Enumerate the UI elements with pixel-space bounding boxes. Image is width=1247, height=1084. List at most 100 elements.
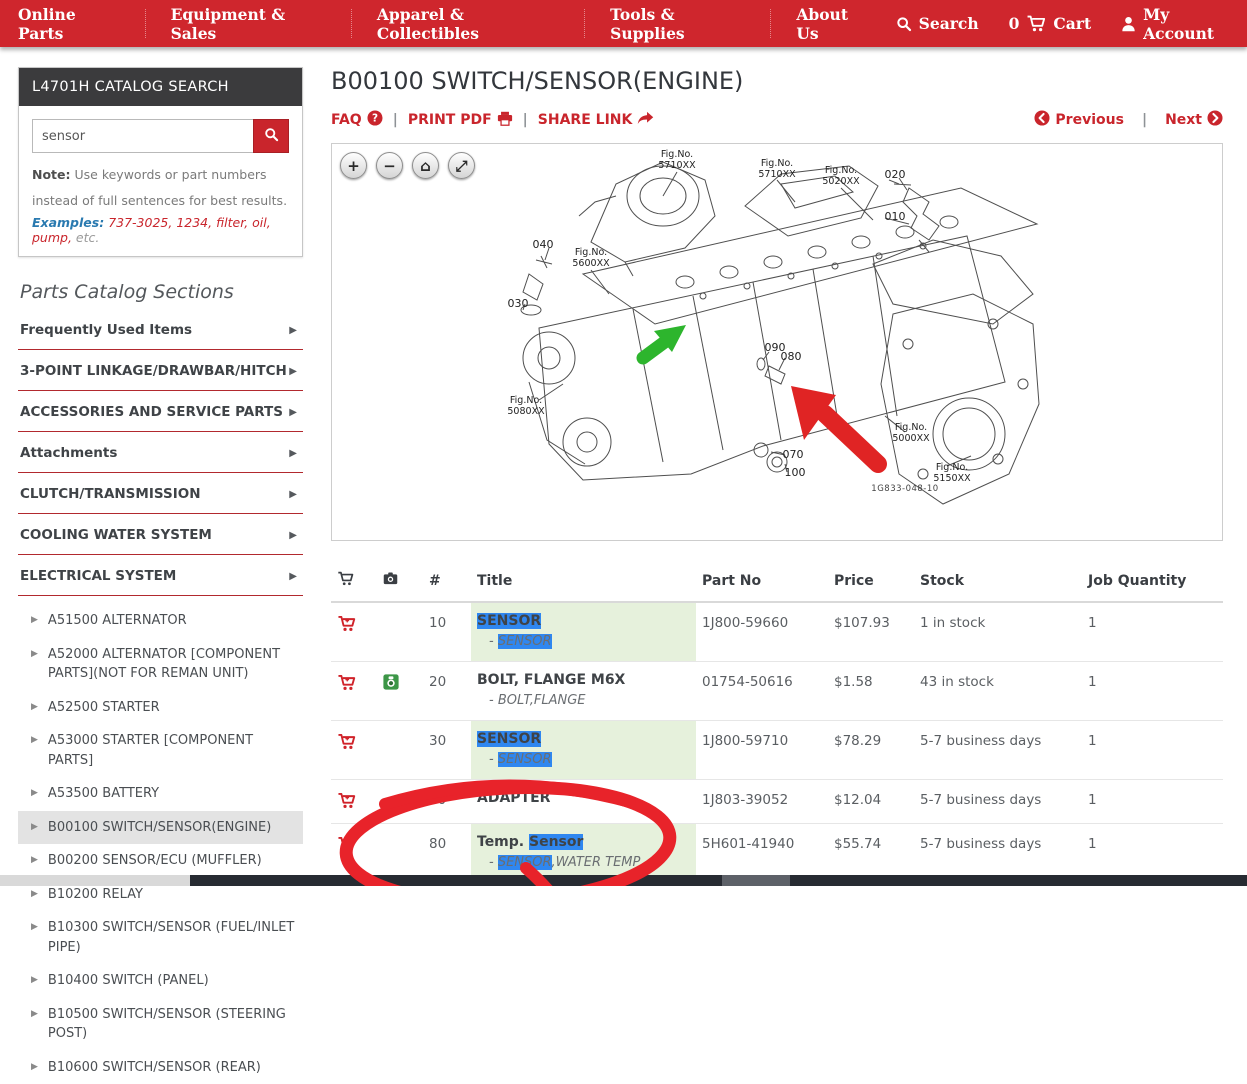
nav-item[interactable]: Online Parts	[18, 9, 145, 37]
sidebar-subsection[interactable]: ▶ B10600 SWITCH/SENSOR (REAR)	[18, 1051, 303, 1084]
sidebar-section-label: ELECTRICAL SYSTEM	[20, 568, 176, 584]
svg-text:?: ?	[372, 113, 378, 125]
row-stock: 5-7 business days	[914, 824, 1082, 883]
part-ref-label: 080	[781, 350, 802, 363]
nav-item[interactable]: About Us	[770, 9, 895, 37]
sections-list: Frequently Used Items ▶ 3-POINT LINKAGE/…	[18, 309, 303, 596]
figure-number-label: Fig.No.5710XX	[758, 158, 796, 180]
row-title[interactable]: SENSOR - SENSOR	[471, 721, 696, 780]
triangle-bullet-icon: ▶	[31, 645, 38, 684]
diagram-home-button[interactable]: ⌂	[412, 152, 439, 179]
triangle-bullet-icon: ▶	[31, 851, 38, 871]
chevron-right-icon: ▶	[289, 571, 297, 582]
nav-item[interactable]: Apparel & Collectibles	[351, 9, 584, 37]
print-pdf-link[interactable]: PRINT PDF	[408, 111, 513, 130]
sidebar-section[interactable]: ACCESSORIES AND SERVICE PARTS ▶	[18, 391, 303, 432]
part-ref-label: 040	[533, 238, 554, 251]
row-part-no: 5H601-41940	[696, 824, 828, 883]
sidebar-section-label: ACCESSORIES AND SERVICE PARTS	[20, 404, 283, 420]
sidebar-section[interactable]: Frequently Used Items ▶	[18, 309, 303, 350]
part-ref-label: 100	[785, 466, 806, 479]
sidebar-subsection[interactable]: ▶ A53000 STARTER [COMPONENT PARTS]	[18, 724, 303, 777]
sidebar-subsection-label: B10600 SWITCH/SENSOR (REAR)	[48, 1058, 261, 1078]
row-ref: 80	[423, 824, 471, 883]
nav-search[interactable]: Search	[896, 14, 979, 33]
pager: Previous | Next	[1034, 110, 1223, 130]
previous-link[interactable]: Previous	[1034, 110, 1124, 130]
sidebar-section[interactable]: Attachments ▶	[18, 432, 303, 473]
sidebar-section-label: Frequently Used Items	[20, 322, 192, 338]
sidebar-subsection[interactable]: ▶ A52500 STARTER	[18, 691, 303, 725]
part-ref-label: 070	[783, 448, 804, 461]
sidebar: L4701H CATALOG SEARCH Note: Use keywords…	[18, 67, 303, 1084]
diagram-zoom-in-button[interactable]: +	[340, 152, 367, 179]
share-link[interactable]: SHARE LINK	[538, 111, 655, 129]
sidebar-subsection[interactable]: ▶ A52000 ALTERNATOR [COMPONENT PARTS](NO…	[18, 638, 303, 691]
next-label: Next	[1165, 112, 1202, 128]
nav-cart[interactable]: 0 Cart	[1009, 14, 1092, 33]
part-ref-label: 020	[885, 168, 906, 181]
triangle-bullet-icon: ▶	[31, 698, 38, 718]
sidebar-subsection-label: A53500 BATTERY	[48, 784, 159, 804]
nav-items: Online PartsEquipment & SalesApparel & C…	[18, 0, 896, 47]
diagram-zoom-out-button[interactable]: −	[376, 152, 403, 179]
faq-link[interactable]: FAQ ?	[331, 110, 383, 130]
nav-account[interactable]: My Account	[1121, 5, 1229, 43]
sidebar-subsection-label: B10500 SWITCH/SENSOR (STEERING POST)	[48, 1005, 297, 1044]
add-to-cart-button[interactable]	[337, 792, 356, 813]
row-part-no: 01754-50616	[696, 662, 828, 721]
header-job-quantity: Job Quantity	[1082, 563, 1223, 602]
row-stock: 43 in stock	[914, 662, 1082, 721]
catalog-search-input[interactable]	[32, 119, 253, 153]
chevron-right-icon: ▶	[289, 489, 297, 500]
row-stock: 5-7 business days	[914, 780, 1082, 824]
row-ref: 20	[423, 662, 471, 721]
arrow-right-circle-icon	[1207, 110, 1223, 130]
nav-item[interactable]: Tools & Supplies	[584, 9, 770, 37]
sidebar-section[interactable]: ELECTRICAL SYSTEM ▶	[18, 555, 303, 596]
header-stock: Stock	[914, 563, 1082, 602]
add-to-cart-button[interactable]	[337, 674, 356, 695]
triangle-bullet-icon: ▶	[31, 918, 38, 957]
part-photo-icon[interactable]	[383, 674, 399, 694]
sidebar-subsection[interactable]: ▶ A53500 BATTERY	[18, 777, 303, 811]
row-title[interactable]: SENSOR - SENSOR	[471, 602, 696, 662]
sidebar-section[interactable]: CLUTCH/TRANSMISSION ▶	[18, 473, 303, 514]
row-title[interactable]: ADAPTER	[471, 780, 696, 824]
search-note: Note: Use keywords or part numbers inste…	[32, 162, 289, 213]
chevron-right-icon: ▶	[289, 407, 297, 418]
catalog-search-title: L4701H CATALOG SEARCH	[19, 68, 302, 106]
sidebar-subsection[interactable]: ▶ B10300 SWITCH/SENSOR (FUEL/INLET PIPE)	[18, 911, 303, 964]
row-title[interactable]: Temp. Sensor - SENSOR,WATER TEMP	[471, 824, 696, 883]
header-ref: #	[423, 563, 471, 602]
sidebar-subsection[interactable]: ▶ B00100 SWITCH/SENSOR(ENGINE)	[18, 811, 303, 845]
part-ref-label: 010	[885, 210, 906, 223]
diagram-fullscreen-button[interactable]: ⤢	[448, 152, 475, 179]
sidebar-subsection[interactable]: ▶ B00200 SENSOR/ECU (MUFFLER)	[18, 844, 303, 878]
parts-table: # Title Part No Price Stock Job Quantity…	[331, 563, 1223, 883]
sidebar-subsection-label: A52000 ALTERNATOR [COMPONENT PARTS](NOT …	[48, 645, 297, 684]
add-to-cart-button[interactable]	[337, 733, 356, 754]
sidebar-subsection[interactable]: ▶ A51500 ALTERNATOR	[18, 604, 303, 638]
add-to-cart-button[interactable]	[337, 615, 356, 636]
sidebar-section[interactable]: 3-POINT LINKAGE/DRAWBAR/HITCH ▶	[18, 350, 303, 391]
sidebar-section[interactable]: COOLING WATER SYSTEM ▶	[18, 514, 303, 555]
row-price: $55.74	[828, 824, 914, 883]
sidebar-subsection[interactable]: ▶ B10400 SWITCH (PANEL)	[18, 964, 303, 998]
table-row: 10 SENSOR - SENSOR 1J800-59660 $107.93 1…	[331, 602, 1223, 662]
nav-item[interactable]: Equipment & Sales	[145, 9, 351, 37]
camera-column-icon	[383, 573, 398, 589]
catalog-search-button[interactable]	[253, 119, 289, 153]
page-title: B00100 SWITCH/SENSOR(ENGINE)	[331, 67, 1223, 95]
row-title[interactable]: BOLT, FLANGE M6X - BOLT,FLANGE	[471, 662, 696, 721]
triangle-bullet-icon: ▶	[31, 611, 38, 631]
subsections-list: ▶ A51500 ALTERNATOR ▶ A52000 ALTERNATOR …	[18, 596, 303, 1084]
add-to-cart-button[interactable]	[337, 836, 356, 857]
sidebar-subsection[interactable]: ▶ B10500 SWITCH/SENSOR (STEERING POST)	[18, 998, 303, 1051]
chevron-right-icon: ▶	[289, 530, 297, 541]
top-nav: Online PartsEquipment & SalesApparel & C…	[0, 0, 1247, 47]
search-icon	[896, 16, 912, 32]
next-link[interactable]: Next	[1165, 110, 1223, 130]
figure-number-label: Fig.No.5080XX	[507, 395, 545, 417]
table-row: 20 BOLT, FLANGE M6X - BOLT,FLANGE 01754-…	[331, 662, 1223, 721]
